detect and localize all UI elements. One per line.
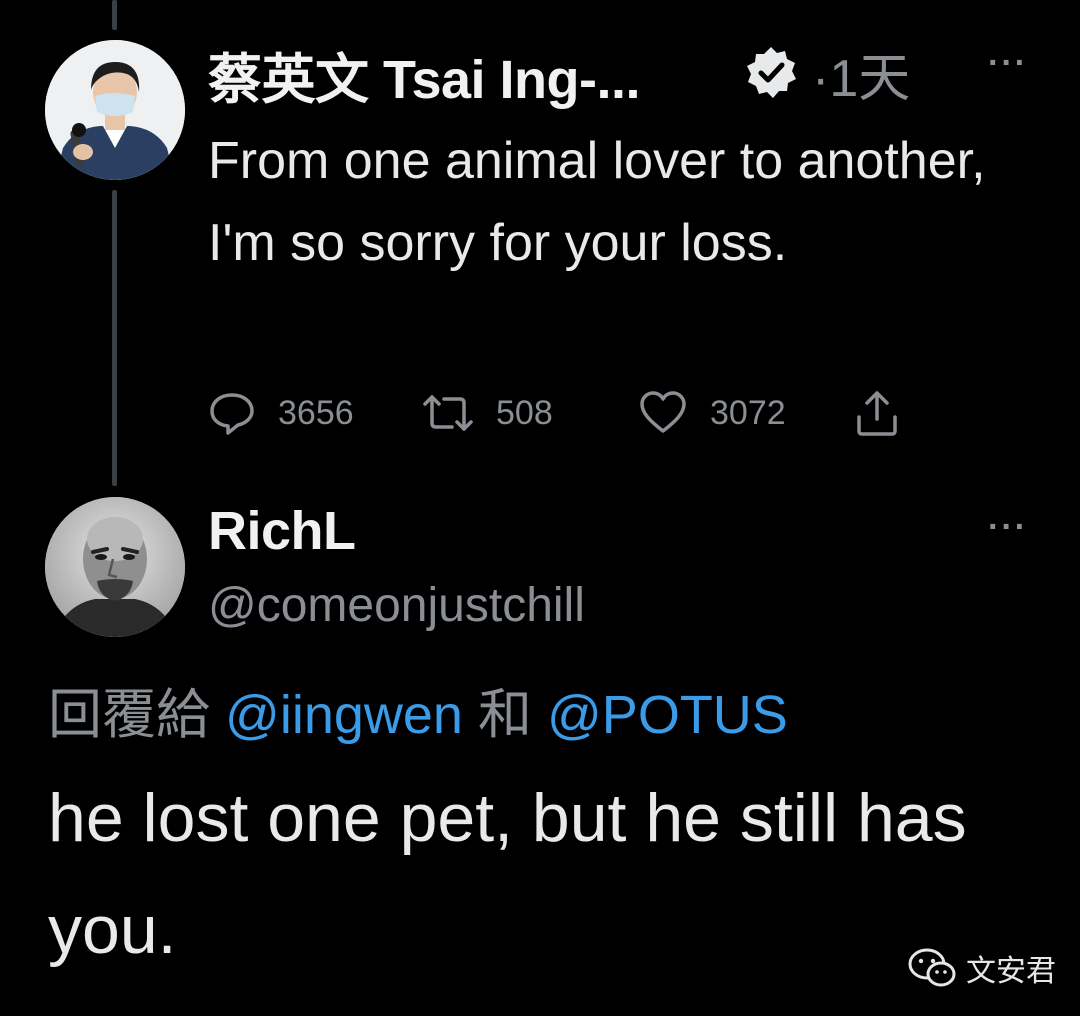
reply-text: he lost one pet, but he still has you.	[48, 780, 967, 968]
verified-badge-icon	[747, 47, 796, 98]
reply-author-handle[interactable]: @comeonjustchill	[208, 578, 585, 633]
mention-iingwen[interactable]: @iingwen	[225, 685, 463, 745]
thread-line-top	[112, 0, 117, 30]
mention-joiner: 和	[477, 685, 532, 745]
retweet-icon	[423, 395, 473, 431]
tweet-actions: 3656 508 3072	[208, 385, 928, 441]
heart-icon	[640, 391, 686, 433]
screen: 蔡英文 Tsai Ing-... ·1天 ··· From one animal…	[0, 0, 1080, 1016]
avatar-richl[interactable]	[45, 497, 185, 637]
reply-more-button[interactable]: ···	[988, 508, 1028, 547]
reply-author-name[interactable]: RichL	[208, 500, 356, 562]
retweet-button[interactable]: 508	[422, 385, 553, 441]
time-ago: 1天	[829, 50, 911, 108]
replying-to-label: 回覆給	[48, 685, 210, 745]
watermark: 文安君	[908, 946, 1056, 990]
like-button[interactable]: 3072	[638, 385, 786, 441]
tweet-more-button[interactable]: ···	[988, 44, 1028, 83]
replying-to: 回覆給 @iingwen 和 @POTUS	[48, 670, 788, 749]
avatar-tsai[interactable]	[45, 40, 185, 180]
wechat-icon	[908, 948, 956, 987]
separator-dot: ·	[812, 50, 830, 108]
share-upload-icon	[857, 391, 897, 436]
tweet-timestamp[interactable]: ·1天	[812, 36, 910, 111]
tweet-text: From one animal lover to another, I'm so…	[208, 132, 986, 272]
tweet-author-name[interactable]: 蔡英文 Tsai Ing-...	[208, 35, 641, 114]
thread-line	[112, 190, 117, 486]
mention-potus[interactable]: @POTUS	[547, 685, 788, 745]
reply-button[interactable]: 3656	[208, 385, 354, 441]
speech-bubble-icon	[210, 393, 254, 435]
like-count: 3072	[710, 393, 786, 432]
reply-count: 3656	[278, 393, 354, 432]
retweet-count: 508	[496, 393, 553, 432]
share-button[interactable]	[854, 385, 900, 441]
watermark-text: 文安君	[966, 955, 1056, 988]
